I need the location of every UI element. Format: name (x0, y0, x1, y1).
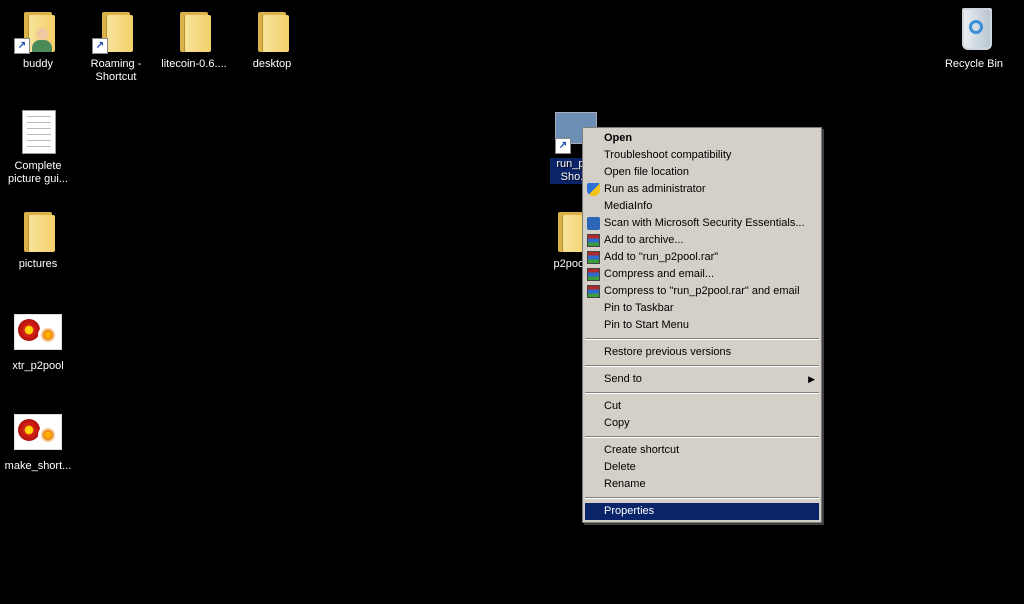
menu-item-delete[interactable]: Delete (583, 459, 821, 476)
menu-separator (585, 365, 819, 367)
menu-separator (585, 338, 819, 340)
recycle-bin-icon (962, 8, 992, 50)
shortcut-arrow-icon: ↗ (92, 38, 108, 54)
menu-item-add-to-archive[interactable]: Add to archive... (583, 232, 821, 249)
menu-separator (585, 497, 819, 499)
menu-item-label: Troubleshoot compatibility (604, 149, 732, 161)
menu-item-label: Restore previous versions (604, 346, 732, 358)
uac-shield-icon (587, 183, 600, 196)
menu-item-pin-to-taskbar[interactable]: Pin to Taskbar (583, 300, 821, 317)
icon-label: Recycle Bin (944, 58, 1004, 70)
desktop-icon-recycle-bin[interactable]: Recycle Bin (936, 6, 1012, 71)
icon-label: Roaming - Shortcut (90, 58, 142, 83)
menu-item-run-as-administrator[interactable]: Run as administrator (583, 181, 821, 198)
menu-item-pin-to-start-menu[interactable]: Pin to Start Menu (583, 317, 821, 334)
menu-item-label: MediaInfo (604, 200, 653, 212)
winrar-icon (587, 251, 600, 264)
desktop-icon-complete-picture-guide[interactable]: Complete picture gui... (0, 108, 76, 186)
menu-item-add-to-rar[interactable]: Add to "run_p2pool.rar" (583, 249, 821, 266)
menu-item-label: Pin to Taskbar (604, 302, 674, 314)
security-essentials-icon (587, 217, 600, 230)
menu-item-copy[interactable]: Copy (583, 415, 821, 432)
menu-item-label: Delete (604, 461, 636, 473)
menu-item-cut[interactable]: Cut (583, 398, 821, 415)
menu-item-label: Open (604, 132, 633, 144)
desktop-icon-xtr-p2pool[interactable]: xtr_p2pool (0, 308, 76, 373)
menu-item-open-file-location[interactable]: Open file location (583, 164, 821, 181)
icon-label: buddy (23, 58, 53, 70)
menu-item-label: Copy (604, 417, 630, 429)
menu-item-scan-security-essentials[interactable]: Scan with Microsoft Security Essentials.… (583, 215, 821, 232)
folder-icon (180, 12, 211, 52)
menu-item-label: Run as administrator (604, 183, 706, 195)
menu-item-open[interactable]: Open (583, 130, 821, 147)
menu-item-label: Add to "run_p2pool.rar" (604, 251, 719, 263)
menu-item-label: Open file location (604, 166, 689, 178)
desktop-icon-make-shortcut[interactable]: make_short... (0, 408, 76, 473)
icon-label: make_short... (4, 460, 72, 472)
menu-item-label: Pin to Start Menu (604, 319, 689, 331)
menu-separator (585, 392, 819, 394)
desktop-icon-buddy[interactable]: ↗ buddy (0, 6, 76, 71)
winrar-icon (587, 234, 600, 247)
desktop-icon-roaming-shortcut[interactable]: ↗ Roaming - Shortcut (78, 6, 154, 84)
winrar-icon (587, 268, 600, 281)
icon-label: litecoin-0.6.... (161, 58, 227, 70)
menu-item-troubleshoot-compatibility[interactable]: Troubleshoot compatibility (583, 147, 821, 164)
menu-item-label: Cut (604, 400, 622, 412)
desktop-icon-desktop[interactable]: desktop (234, 6, 310, 71)
menu-item-label: Properties (604, 505, 655, 517)
shortcut-arrow-icon: ↗ (555, 138, 571, 154)
shortcut-arrow-icon: ↗ (14, 38, 30, 54)
desktop-icon-pictures[interactable]: pictures (0, 206, 76, 271)
flower-image-icon (14, 414, 62, 450)
menu-item-label: Compress to "run_p2pool.rar" and email (604, 285, 800, 297)
menu-item-compress-and-email[interactable]: Compress and email... (583, 266, 821, 283)
menu-separator (585, 436, 819, 438)
context-menu: Open Troubleshoot compatibility Open fil… (582, 127, 822, 523)
menu-item-label: Create shortcut (604, 444, 680, 456)
submenu-arrow-icon: ▶ (808, 374, 815, 384)
icon-label: pictures (18, 258, 58, 270)
menu-item-rename[interactable]: Rename (583, 476, 821, 493)
menu-item-mediainfo[interactable]: MediaInfo (583, 198, 821, 215)
icon-label: xtr_p2pool (12, 360, 64, 372)
menu-item-send-to[interactable]: Send to ▶ (583, 371, 821, 388)
icon-label: desktop (252, 58, 292, 70)
folder-icon (258, 12, 289, 52)
folder-icon (24, 212, 55, 252)
flower-image-icon (14, 314, 62, 350)
menu-item-label: Rename (604, 478, 646, 490)
menu-item-restore-previous-versions[interactable]: Restore previous versions (583, 344, 821, 361)
menu-item-label: Add to archive... (604, 234, 684, 246)
menu-item-properties[interactable]: Properties (585, 503, 819, 520)
menu-item-create-shortcut[interactable]: Create shortcut (583, 442, 821, 459)
desktop-icon-litecoin[interactable]: litecoin-0.6.... (156, 6, 232, 71)
winrar-icon (587, 285, 600, 298)
menu-item-compress-to-rar-and-email[interactable]: Compress to "run_p2pool.rar" and email (583, 283, 821, 300)
menu-item-label: Compress and email... (604, 268, 715, 280)
menu-item-label: Scan with Microsoft Security Essentials.… (604, 217, 805, 229)
menu-item-label: Send to (604, 373, 642, 385)
user-icon (36, 28, 48, 40)
icon-label: Complete picture gui... (8, 160, 68, 185)
text-document-icon (22, 110, 56, 154)
